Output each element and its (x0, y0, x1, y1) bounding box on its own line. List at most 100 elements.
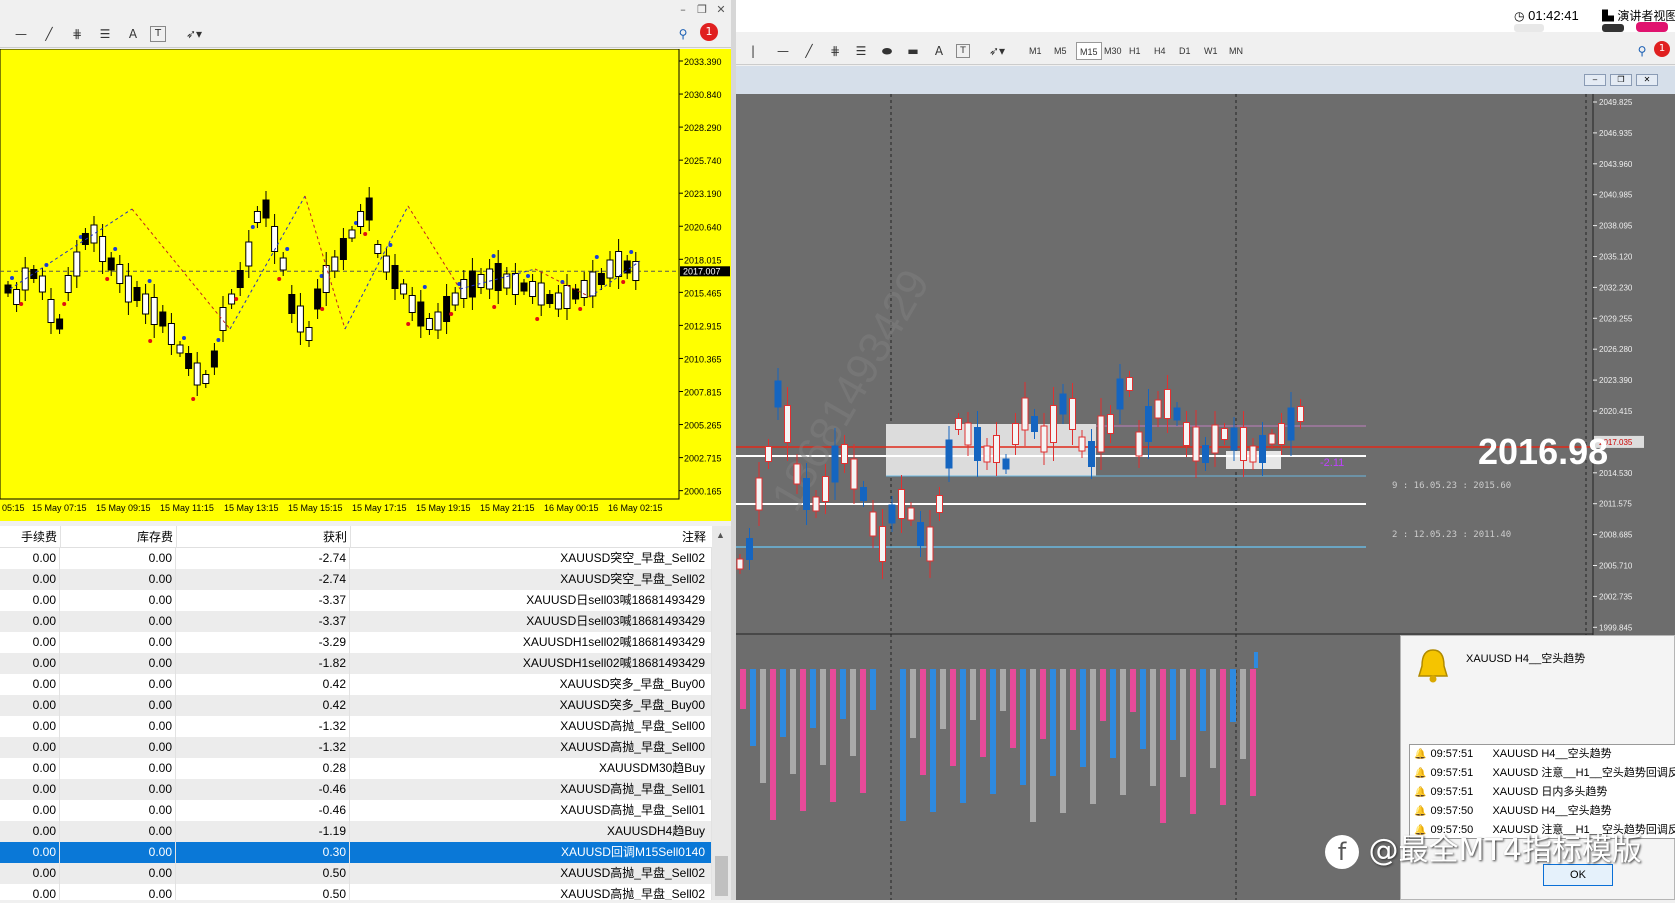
histogram-bar (930, 669, 936, 812)
table-row[interactable]: 0.00 0.00 -0.46 XAUUSD高抛_早盘_Sell01 (0, 800, 712, 821)
alert-text: XAUUSD H4__空头趋势 (1492, 748, 1612, 760)
candle-body (1135, 431, 1143, 457)
timeframe-m1[interactable]: M1 (1026, 42, 1045, 60)
table-row[interactable]: 0.00 0.00 -1.32 XAUUSD高抛_早盘_Sell00 (0, 716, 712, 737)
alert-badge[interactable]: 1 (1654, 41, 1670, 57)
table-row[interactable]: 0.00 0.00 0.50 XAUUSD高抛_早盘_Sell02 (0, 884, 712, 900)
histogram-bar (1120, 669, 1126, 795)
yellow-price-chart[interactable]: 2033.390 2030.840 2028.290 2025.740 2023.190… (0, 48, 731, 521)
channel-icon[interactable]: ☰ (94, 25, 116, 43)
candle-body (1211, 424, 1219, 454)
price-label: 2033.390 (684, 57, 722, 67)
search-icon[interactable]: ⚲ (672, 25, 694, 43)
cell-fee: 0.00 (0, 821, 60, 842)
fibonacci-icon[interactable]: ⋕ (66, 25, 88, 43)
arrows-icon[interactable]: ➶▾ (982, 42, 1012, 60)
table-row[interactable]: 0.00 0.00 -2.74 XAUUSD突空_早盘_Sell02 (0, 569, 712, 590)
table-row[interactable]: 0.00 0.00 -2.74 XAUUSD突空_早盘_Sell02 (0, 548, 712, 569)
text-tool[interactable]: A (122, 25, 144, 43)
table-row[interactable]: 0.00 0.00 -1.82 XAUUSDH1sell02喊18681493429 (0, 653, 712, 674)
candle-body (262, 199, 270, 219)
timeframe-m15[interactable]: M15 (1076, 42, 1102, 60)
alert-item[interactable]: 🔔 09:57:50 XAUUSD H4__空头趋势 (1410, 802, 1612, 821)
cell-swap: 0.00 (60, 611, 176, 632)
price-label: 2007.815 (684, 388, 722, 398)
hline-icon[interactable]: — (772, 42, 794, 60)
hline-icon[interactable]: — (10, 25, 32, 43)
table-row[interactable]: 0.00 0.00 -1.19 XAUUSDH4趋Buy (0, 821, 712, 842)
rectangle-icon[interactable]: ▬ (902, 42, 924, 60)
timeframe-m5[interactable]: M5 (1051, 42, 1070, 60)
cell-comment: XAUUSD高抛_早盘_Sell00 (350, 737, 712, 758)
fibonacci-icon[interactable]: ⋕ (824, 42, 846, 60)
table-scrollbar[interactable]: ▲ (712, 526, 731, 900)
price-label: 2026.280 (1599, 345, 1633, 354)
table-row[interactable]: 0.00 0.00 0.50 XAUUSD高抛_早盘_Sell02 (0, 863, 712, 884)
zigzag-line (344, 205, 409, 330)
topbar-button-2[interactable] (1602, 24, 1624, 32)
topbar-button-1[interactable] (1514, 24, 1544, 32)
table-row[interactable]: 0.00 0.00 -0.46 XAUUSD高抛_早盘_Sell01 (0, 779, 712, 800)
scroll-up-icon[interactable]: ▲ (716, 530, 725, 540)
cell-profit: -0.46 (176, 800, 350, 821)
cell-swap: 0.00 (60, 569, 176, 590)
cell-profit: 0.30 (176, 842, 350, 863)
table-row[interactable]: 0.00 0.00 0.30 XAUUSD回调M15Sell0140 (0, 842, 712, 863)
minimize-icon[interactable]: – (1584, 74, 1606, 86)
candle-body (124, 275, 132, 303)
candle-body (1259, 435, 1266, 463)
alert-item[interactable]: 🔔 09:57:51 XAUUSD 日内多头趋势 (1410, 783, 1607, 802)
arrows-icon[interactable]: ➶▾ (178, 25, 210, 43)
table-row[interactable]: 0.00 0.00 0.42 XAUUSD突多_早盘_Buy00 (0, 695, 712, 716)
timeframe-mn[interactable]: MN (1226, 42, 1246, 60)
header-comment[interactable]: 注释 (350, 526, 712, 548)
cell-swap: 0.00 (60, 716, 176, 737)
close-icon[interactable]: ✕ (714, 3, 728, 17)
candle-body (210, 350, 218, 368)
table-row[interactable]: 0.00 0.00 0.28 XAUUSDM30趋Buy (0, 758, 712, 779)
cell-fee: 0.00 (0, 653, 60, 674)
label-tool[interactable]: T (150, 26, 166, 42)
candle-body (271, 226, 279, 252)
timeframe-w1[interactable]: W1 (1201, 42, 1221, 60)
alert-badge[interactable]: 1 (700, 23, 718, 41)
cell-profit: -2.74 (176, 548, 350, 569)
cell-swap: 0.00 (60, 548, 176, 569)
candle-body (907, 507, 915, 521)
histogram-bar (790, 669, 796, 774)
table-row[interactable]: 0.00 0.00 -3.37 XAUUSD日sell03喊18681493429 (0, 590, 712, 611)
header-swap[interactable]: 库存费 (60, 526, 176, 548)
current-price-text: 2017.007 (683, 266, 721, 276)
ellipse-icon[interactable]: ⬬ (876, 42, 898, 60)
trendline-icon[interactable]: ╱ (38, 25, 60, 43)
timeframe-m30[interactable]: M30 (1101, 42, 1125, 60)
timeframe-d1[interactable]: D1 (1176, 42, 1194, 60)
timeframe-h4[interactable]: H4 (1151, 42, 1169, 60)
table-row[interactable]: 0.00 0.00 -3.29 XAUUSDH1sell02喊18681493429 (0, 632, 712, 653)
header-profit[interactable]: 获利 (176, 526, 350, 548)
close-icon[interactable]: ✕ (1636, 74, 1658, 86)
restore-icon[interactable]: ❐ (1610, 74, 1632, 86)
header-fee[interactable]: 手续费 (0, 526, 60, 548)
restore-icon[interactable]: ❐ (695, 3, 709, 17)
alert-item[interactable]: 🔔 09:57:51 XAUUSD H4__空头趋势 (1410, 745, 1612, 764)
cell-profit: -3.37 (176, 590, 350, 611)
scroll-thumb[interactable] (715, 856, 728, 896)
histogram-bar (850, 669, 856, 756)
text-tool[interactable]: A (928, 42, 950, 60)
table-row[interactable]: 0.00 0.00 -3.37 XAUUSD日sell03喊18681493429 (0, 611, 712, 632)
topbar-record-button[interactable] (1636, 22, 1668, 32)
candle-body (1268, 433, 1276, 445)
marker (113, 247, 118, 251)
alert-item[interactable]: 🔔 09:57:51 XAUUSD 注意__H1__空头趋势回调反弹 (1410, 764, 1675, 783)
candle-body (1021, 397, 1029, 431)
table-row[interactable]: 0.00 0.00 0.42 XAUUSD突多_早盘_Buy00 (0, 674, 712, 695)
search-icon[interactable]: ⚲ (1631, 42, 1653, 60)
minimize-icon[interactable]: – (676, 3, 690, 17)
candle-body (572, 288, 580, 300)
label-tool[interactable]: T (956, 44, 970, 58)
timeframe-h1[interactable]: H1 (1126, 42, 1144, 60)
table-row[interactable]: 0.00 0.00 -1.32 XAUUSD高抛_早盘_Sell00 (0, 737, 712, 758)
trendline-icon[interactable]: ╱ (798, 42, 820, 60)
channel-icon[interactable]: ☰ (850, 42, 872, 60)
